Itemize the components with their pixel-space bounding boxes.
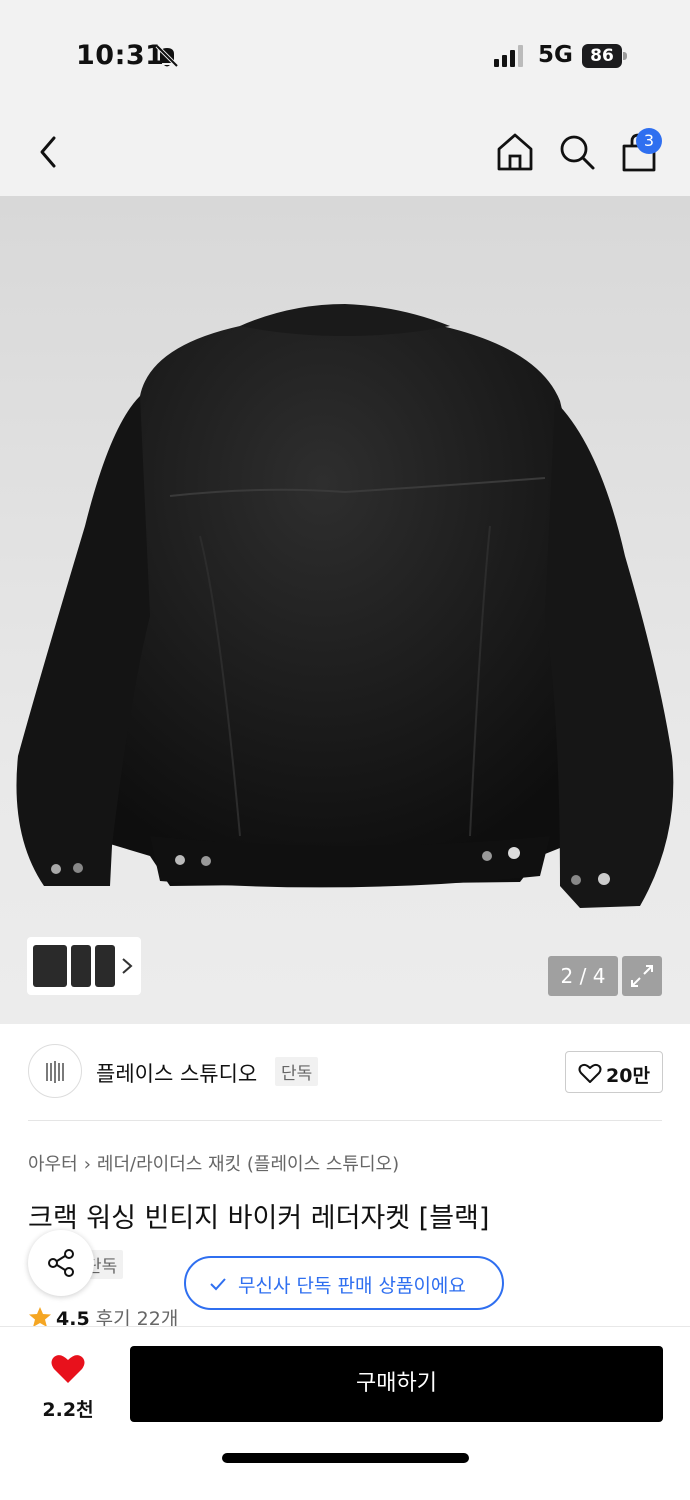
bottom-purchase-bar: 2.2천 구매하기 — [0, 1326, 690, 1500]
brand-logo-mark — [46, 1061, 64, 1083]
check-icon — [210, 1278, 226, 1291]
brand-name[interactable]: 플레이스 스튜디오 — [96, 1058, 257, 1088]
brand-row[interactable]: 플레이스 스튜디오 단독 20만 — [0, 1024, 690, 1122]
chevron-right-icon[interactable] — [121, 956, 133, 976]
thumbnail-strip[interactable] — [27, 937, 141, 995]
status-bar: 10:31 5G 86 — [0, 0, 690, 110]
cart-count-badge: 3 — [636, 128, 662, 154]
expand-button[interactable] — [622, 956, 662, 996]
network-label: 5G — [538, 42, 573, 68]
thumbnail-image[interactable] — [95, 945, 115, 987]
brand-like-count: 20만 — [606, 1065, 650, 1087]
brand-logo[interactable] — [28, 1044, 82, 1098]
battery-icon: 86 — [582, 44, 628, 68]
home-icon[interactable] — [494, 130, 536, 174]
heart-outline-icon — [578, 1063, 602, 1083]
expand-icon — [631, 965, 653, 987]
star-icon — [29, 1307, 51, 1326]
exclusive-badge: 단독 — [275, 1057, 319, 1086]
battery-level: 86 — [582, 44, 622, 68]
wishlist-count: 2.2천 — [42, 1399, 94, 1421]
thumbnail-image[interactable] — [33, 945, 67, 987]
status-time: 10:31 — [76, 40, 165, 71]
exclusive-notice-text: 무신사 단독 판매 상품이에요 — [238, 1275, 466, 1297]
back-icon[interactable] — [30, 130, 70, 174]
rating-score: 4.5 — [56, 1308, 90, 1326]
jacket-photo — [16, 304, 674, 908]
share-icon — [48, 1249, 74, 1277]
breadcrumb-separator: › — [83, 1154, 91, 1175]
review-count[interactable]: 후기 22개 — [96, 1308, 179, 1326]
thumbnail-image[interactable] — [71, 945, 91, 987]
buy-button[interactable]: 구매하기 — [130, 1346, 663, 1422]
exclusive-notice-pill: 무신사 단독 판매 상품이에요 — [184, 1256, 504, 1310]
search-icon[interactable] — [556, 130, 598, 174]
bell-muted-icon — [155, 44, 179, 68]
divider — [28, 1120, 662, 1121]
breadcrumb-item[interactable]: 아우터 — [28, 1154, 78, 1175]
signal-icon — [494, 45, 523, 67]
product-image-gallery[interactable]: 2 / 4 — [0, 196, 690, 1024]
top-nav — [0, 110, 690, 196]
wishlist-button[interactable]: 2.2천 — [26, 1349, 110, 1429]
image-counter: 2 / 4 — [548, 956, 618, 996]
product-title: 크랙 워싱 빈티지 바이커 레더자켓 [블랙] — [28, 1203, 490, 1234]
home-indicator — [222, 1453, 469, 1463]
brand-like-button[interactable]: 20만 — [565, 1051, 663, 1093]
heart-filled-icon — [51, 1355, 85, 1383]
share-button[interactable] — [28, 1230, 94, 1296]
rating-row[interactable]: 4.5 후기 22개 — [28, 1304, 178, 1326]
breadcrumb-item[interactable]: 레더/라이더스 재킷 (플레이스 스튜디오) — [97, 1154, 399, 1175]
breadcrumb: 아우터 › 레더/라이더스 재킷 (플레이스 스튜디오) — [28, 1150, 399, 1176]
